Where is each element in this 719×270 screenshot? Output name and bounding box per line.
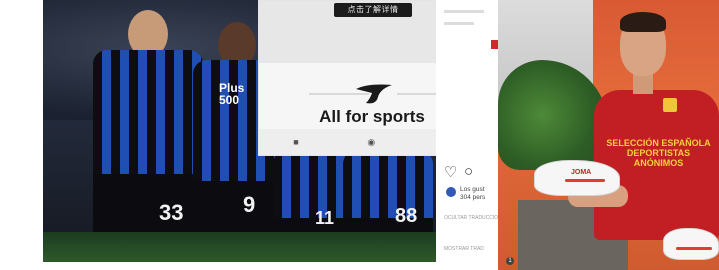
page-indicator: 1 xyxy=(506,257,514,265)
comment-icon[interactable]: ○ xyxy=(464,163,473,180)
jersey-number: 11 xyxy=(315,208,335,228)
player-left: 33 xyxy=(93,50,203,250)
player-hair xyxy=(620,12,666,32)
shoe-brand: JOMA xyxy=(571,169,592,176)
player-photo: SELECCIÓN ESPAÑOLA DEPORTISTAS ANÓNIMOS … xyxy=(498,0,719,270)
jersey-number: 9 xyxy=(243,192,256,217)
shirt-text: SELECCIÓN ESPAÑOLA DEPORTISTAS ANÓNIMOS xyxy=(606,138,711,168)
shirt-badge xyxy=(663,98,677,112)
sponsor-text: Plus 500 xyxy=(219,81,245,107)
shoe: JOMA xyxy=(534,160,620,196)
red-mark xyxy=(491,40,498,49)
likes-line-1: Los gust xyxy=(460,186,485,193)
instagram-fragment: ♡ ○ Los gust 304 pers OCULTAR TRADUCCION… xyxy=(436,0,502,270)
divider-right xyxy=(397,93,437,95)
shoe xyxy=(663,228,719,260)
avatar[interactable] xyxy=(446,187,456,197)
circle-icon[interactable]: ◉ xyxy=(367,137,375,148)
likes-line-2: 304 pers xyxy=(460,194,486,201)
learn-more-button[interactable]: 点击了解详情 xyxy=(334,3,412,17)
translation-toggle[interactable]: MOSTRAR TRAD xyxy=(444,245,484,253)
heart-icon[interactable]: ♡ xyxy=(444,163,457,181)
collage-stage: 33 Plus 500 9 11 88 点击了解详情 All for sport… xyxy=(0,0,719,270)
placeholder-line xyxy=(444,22,474,25)
jersey-number: 88 xyxy=(395,205,418,227)
pitch-grass xyxy=(43,232,436,262)
joma-logo-icon xyxy=(356,84,392,104)
placeholder-line xyxy=(444,10,484,13)
jersey-number: 33 xyxy=(159,200,184,225)
square-icon[interactable]: ■ xyxy=(293,137,298,147)
translation-toggle[interactable]: OCULTAR TRADUCCION xyxy=(444,214,502,222)
